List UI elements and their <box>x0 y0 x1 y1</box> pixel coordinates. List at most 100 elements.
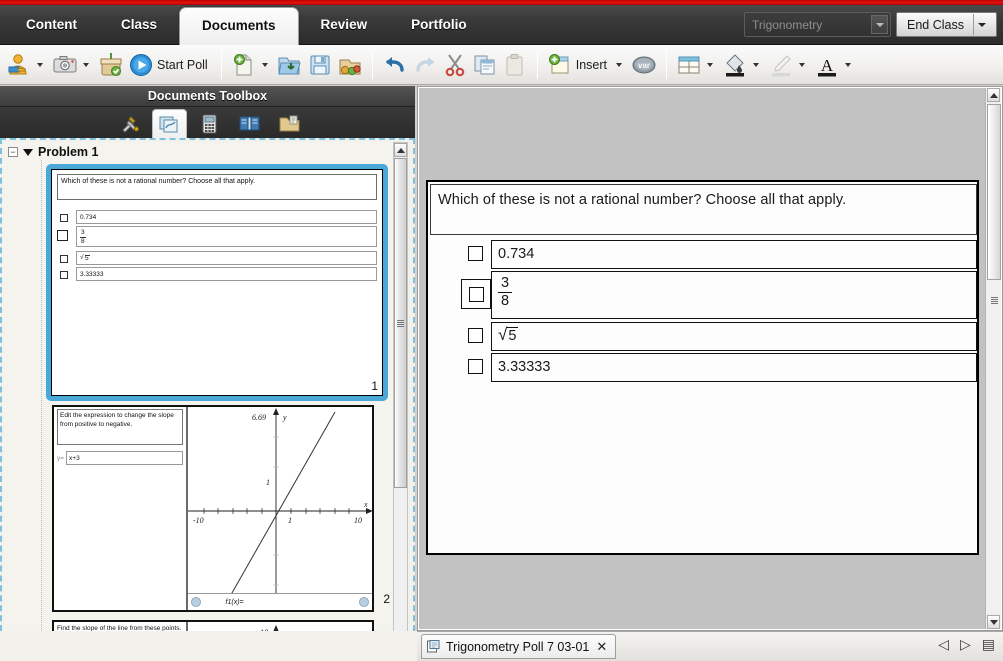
chevron-down-icon[interactable] <box>974 23 990 27</box>
answer-field-2[interactable]: 3 8 <box>491 271 977 319</box>
toolbox-tab-page-sorter[interactable] <box>152 109 187 138</box>
thumb1-answer-row-2[interactable]: 3 8 <box>76 226 377 247</box>
toolbar-divider <box>372 51 373 79</box>
answer-checkbox-1[interactable] <box>468 246 483 261</box>
end-class-button[interactable]: End Class <box>896 12 997 37</box>
close-x-icon[interactable]: ✕ <box>594 639 609 655</box>
answer-field-1[interactable]: 0.734 <box>491 240 977 269</box>
answer-checkbox-2[interactable] <box>461 279 491 309</box>
graph-right-nav-icon[interactable] <box>359 597 369 607</box>
collect-from-class-button[interactable] <box>96 49 126 81</box>
answer-checkbox-2-inner <box>469 287 484 302</box>
chevron-down-icon[interactable] <box>845 63 851 67</box>
triangle-down-icon[interactable] <box>23 149 33 156</box>
fraction-denominator: 8 <box>498 292 512 309</box>
tab-class[interactable]: Class <box>99 5 179 45</box>
thumb1-answer-numerator-2: 3 <box>81 229 85 236</box>
page-list-icon[interactable]: ▤ <box>982 637 995 651</box>
page-nav-buttons: ◁ ▷ ▤ <box>938 637 995 651</box>
chevron-down-icon[interactable] <box>799 63 805 67</box>
undo-button[interactable] <box>380 49 410 81</box>
text-color-button[interactable]: A <box>812 49 858 81</box>
thumbnail-page-2[interactable]: Edit the expression to change the slope … <box>52 405 374 612</box>
redo-button[interactable] <box>410 49 440 81</box>
statusbar-left-filler <box>0 631 417 661</box>
toolbar-group-file <box>225 45 369 85</box>
paste-button[interactable] <box>500 49 530 81</box>
save-document-button[interactable] <box>305 49 335 81</box>
answer-field-4[interactable]: 3.33333 <box>491 353 977 382</box>
thumb2-y-input[interactable]: x+3 <box>66 451 183 465</box>
thumb1-answer-row-3[interactable]: √ 5 <box>76 251 377 265</box>
page-sorter-icon <box>159 115 180 134</box>
document-scrollbar[interactable] <box>985 88 1001 629</box>
answer-radical-3: √5 <box>498 327 518 344</box>
tab-content[interactable]: Content <box>0 5 99 45</box>
thumb2-graph[interactable]: 6.69 y x -10 10 1 1 <box>188 407 372 610</box>
open-folder-icon <box>277 52 303 78</box>
chevron-down-icon[interactable] <box>83 63 89 67</box>
toolbox-tab-content-explorer[interactable] <box>272 109 307 138</box>
table-button[interactable] <box>674 49 720 81</box>
tab-review[interactable]: Review <box>299 5 390 45</box>
page-sorter-scrollbar[interactable] <box>393 142 408 657</box>
thumb2-left-pane: Edit the expression to change the slope … <box>54 407 188 610</box>
answer-row-4: 3.33333 <box>428 353 979 382</box>
cut-button[interactable] <box>440 49 470 81</box>
scrollbar-thumb[interactable] <box>394 158 407 488</box>
fill-color-button[interactable] <box>720 49 766 81</box>
thumb2-y-row[interactable]: y= x+3 <box>57 451 183 465</box>
thumb1-checkbox-4[interactable] <box>60 271 68 279</box>
tab-documents[interactable]: Documents <box>179 7 299 45</box>
copy-button[interactable] <box>470 49 500 81</box>
insert-button[interactable]: Insert <box>545 49 629 81</box>
toolbox-title: Documents Toolbox <box>0 86 415 107</box>
answer-checkbox-3[interactable] <box>468 328 483 343</box>
chevron-down-icon[interactable] <box>871 15 888 34</box>
toolbox-tab-tools[interactable] <box>112 109 147 138</box>
undo-arrow-icon <box>382 52 408 78</box>
chevron-down-icon[interactable] <box>37 63 43 67</box>
chevron-down-icon[interactable] <box>262 63 268 67</box>
class-select-value: Trigonometry <box>752 18 822 32</box>
answer-checkbox-4[interactable] <box>468 359 483 374</box>
thumb2-function-bar[interactable]: f1(x)= <box>188 593 372 610</box>
student-login-button[interactable] <box>4 49 50 81</box>
scroll-up-button[interactable] <box>394 143 407 157</box>
chevron-down-icon[interactable] <box>707 63 713 67</box>
toolbar-group-insert: Insert var <box>541 45 663 85</box>
page-sorter-tree: − Problem 1 Which of these is not a rati… <box>0 138 415 661</box>
triangle-right-icon[interactable]: ▷ <box>960 637 971 651</box>
doc-scroll-down-button[interactable] <box>987 615 1000 629</box>
document-tab[interactable]: Trigonometry Poll 7 03-01 ✕ <box>421 634 616 659</box>
new-document-button[interactable] <box>229 49 275 81</box>
class-select[interactable]: Trigonometry <box>744 12 891 37</box>
chevron-down-icon[interactable] <box>753 63 759 67</box>
toolbox-tab-utilities[interactable] <box>232 109 267 138</box>
thumb1-answer-row-4[interactable]: 3.33333 <box>76 267 377 281</box>
graph-left-nav-icon[interactable] <box>191 597 201 607</box>
screen-capture-button[interactable] <box>50 49 96 81</box>
student-login-icon <box>6 52 32 78</box>
variables-button[interactable]: var <box>629 49 659 81</box>
thumb1-answer-row-1[interactable]: 0.734 <box>76 210 377 224</box>
thumb1-checkbox-2[interactable] <box>57 230 68 241</box>
thumb1-checkbox-1[interactable] <box>60 214 68 222</box>
chevron-down-icon[interactable] <box>616 63 622 67</box>
tree-problem-row[interactable]: − Problem 1 <box>8 145 98 159</box>
doc-scrollbar-thumb[interactable] <box>987 104 1001 280</box>
line-color-button[interactable] <box>766 49 812 81</box>
open-document-button[interactable] <box>275 49 305 81</box>
tab-portfolio[interactable]: Portfolio <box>389 5 489 45</box>
start-poll-button[interactable]: Start Poll <box>126 49 214 81</box>
minus-box-icon[interactable]: − <box>8 147 18 157</box>
answer-field-3[interactable]: √5 <box>491 322 977 351</box>
toolbox-tab-smartview[interactable] <box>192 109 227 138</box>
triangle-left-icon[interactable]: ◁ <box>938 637 949 651</box>
thumb1-checkbox-3[interactable] <box>60 255 68 263</box>
thumbnail-page-1[interactable]: Which of these is not a rational number?… <box>46 164 388 401</box>
svg-text:6.69: 6.69 <box>252 413 266 422</box>
question-box[interactable]: Which of these is not a rational number?… <box>430 184 977 235</box>
send-to-class-button[interactable] <box>335 49 365 81</box>
doc-scroll-up-button[interactable] <box>987 88 1000 102</box>
